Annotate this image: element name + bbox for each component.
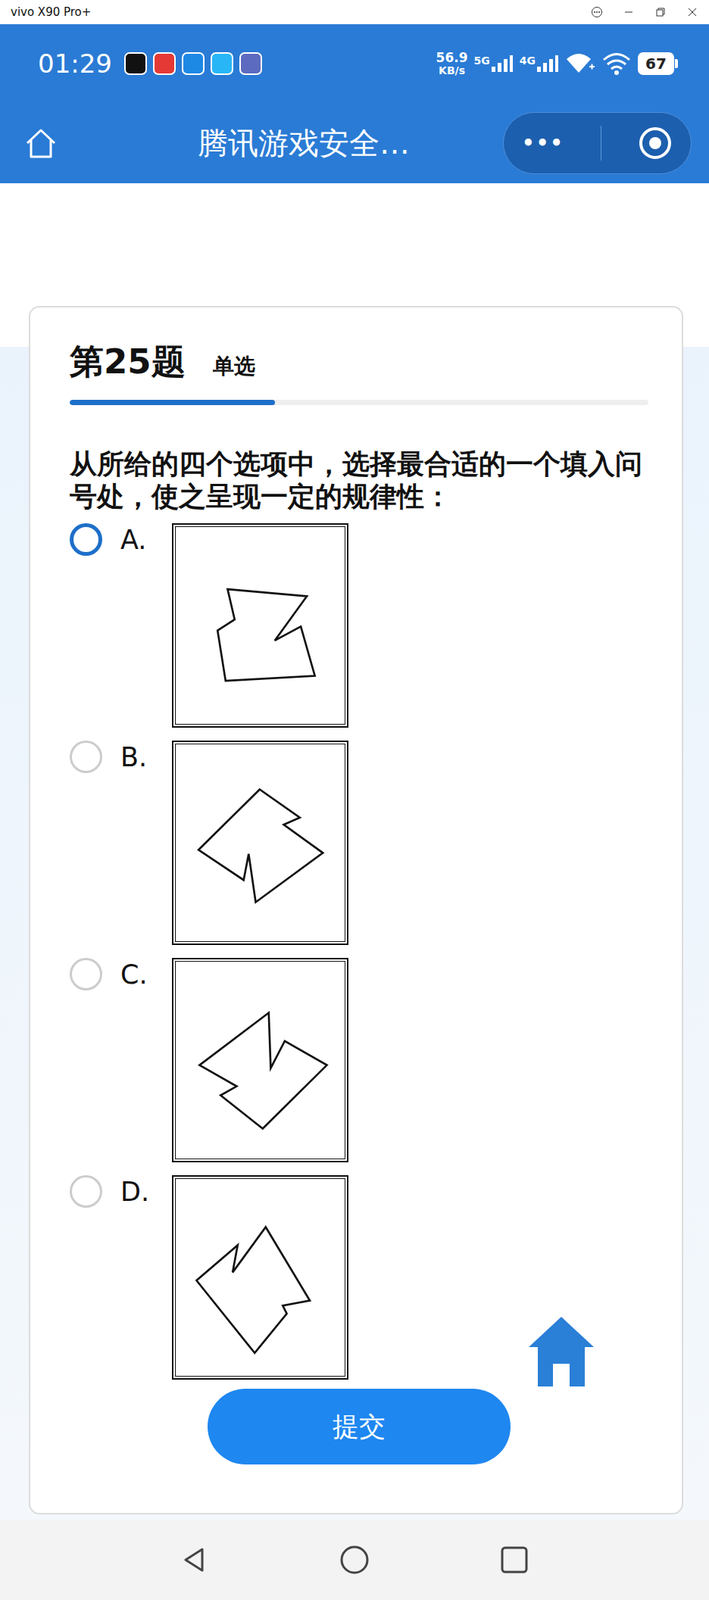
wifi-icon: [601, 51, 632, 76]
option-row[interactable]: B.: [69, 740, 649, 946]
question-text: 从所给的四个选项中，选择最合适的一个填入问号处，使之呈现一定的规律性：: [69, 447, 649, 513]
recents-icon[interactable]: [499, 1545, 530, 1576]
window-titlebar: vivo X90 Pro+: [0, 0, 709, 25]
radio-button[interactable]: [69, 523, 103, 556]
status-time: 01:29: [37, 48, 113, 79]
minimize-icon[interactable]: [622, 6, 635, 19]
more-button[interactable]: •••: [521, 131, 565, 155]
app-header: 01:29 56.9KB/s 5G 4G 67 腾讯游戏安全… •••: [0, 24, 709, 184]
option-label: B.: [120, 742, 154, 773]
menu-icon[interactable]: [590, 6, 603, 19]
content-area: 第25题 单选 从所给的四个选项中，选择最合适的一个填入问号处，使之呈现一定的规…: [0, 183, 709, 1521]
option-row[interactable]: A.: [69, 523, 649, 728]
home-float-icon[interactable]: [527, 1314, 596, 1389]
puzzle-shape-icon: [173, 742, 347, 944]
question-card: 第25题 单选 从所给的四个选项中，选择最合适的一个填入问号处，使之呈现一定的规…: [28, 306, 684, 1515]
signal-indicator: 4G: [519, 54, 560, 73]
nav-bar: 腾讯游戏安全… •••: [0, 103, 709, 184]
option-label: C.: [120, 959, 154, 991]
radio-button[interactable]: [69, 1175, 103, 1209]
question-type: 单选: [212, 352, 256, 382]
app-notification-icon: [239, 52, 263, 75]
phone-window: vivo X90 Pro+ 01:29 56.9KB/s 5G 4G 67 腾讯…: [0, 0, 709, 1600]
mini-program-capsule: •••: [502, 112, 692, 175]
radio-button[interactable]: [69, 958, 103, 991]
signal-indicator: 5G: [474, 54, 514, 73]
app-notification-icon: [124, 52, 147, 75]
option-figure: [171, 523, 349, 728]
close-icon[interactable]: [686, 6, 699, 19]
page-title: 腾讯游戏安全…: [68, 122, 494, 165]
signal-icon: [536, 54, 560, 73]
progress-bar: [69, 399, 649, 406]
option-row[interactable]: C.: [69, 958, 649, 1163]
battery-indicator: 67: [637, 52, 675, 75]
network-speed: 56.9KB/s: [436, 51, 469, 77]
option-label: D.: [120, 1177, 154, 1208]
restore-icon[interactable]: [654, 6, 667, 19]
puzzle-shape-icon: [173, 524, 347, 727]
option-figure: [171, 1175, 349, 1381]
option-figure: [171, 958, 349, 1163]
app-notification-icon: [181, 52, 205, 75]
wifi-plus-icon: [565, 51, 596, 76]
app-notification-icon: [210, 52, 234, 75]
close-target-icon[interactable]: [637, 125, 673, 161]
submit-button[interactable]: 提交: [207, 1389, 511, 1465]
status-bar: 01:29 56.9KB/s 5G 4G 67: [0, 24, 709, 104]
app-notification-icon: [153, 52, 176, 75]
signal-icon: [490, 54, 514, 73]
radio-button[interactable]: [69, 740, 103, 774]
home-button-icon[interactable]: [338, 1544, 371, 1577]
option-figure: [171, 740, 349, 946]
system-nav-bar: [0, 1520, 709, 1600]
question-number: 第25题: [69, 339, 186, 385]
puzzle-shape-icon: [173, 959, 347, 1162]
option-label: A.: [120, 524, 154, 556]
puzzle-shape-icon: [173, 1177, 347, 1379]
back-icon[interactable]: [179, 1545, 210, 1576]
window-title: vivo X90 Pro+: [10, 5, 91, 19]
home-icon[interactable]: [22, 124, 60, 162]
